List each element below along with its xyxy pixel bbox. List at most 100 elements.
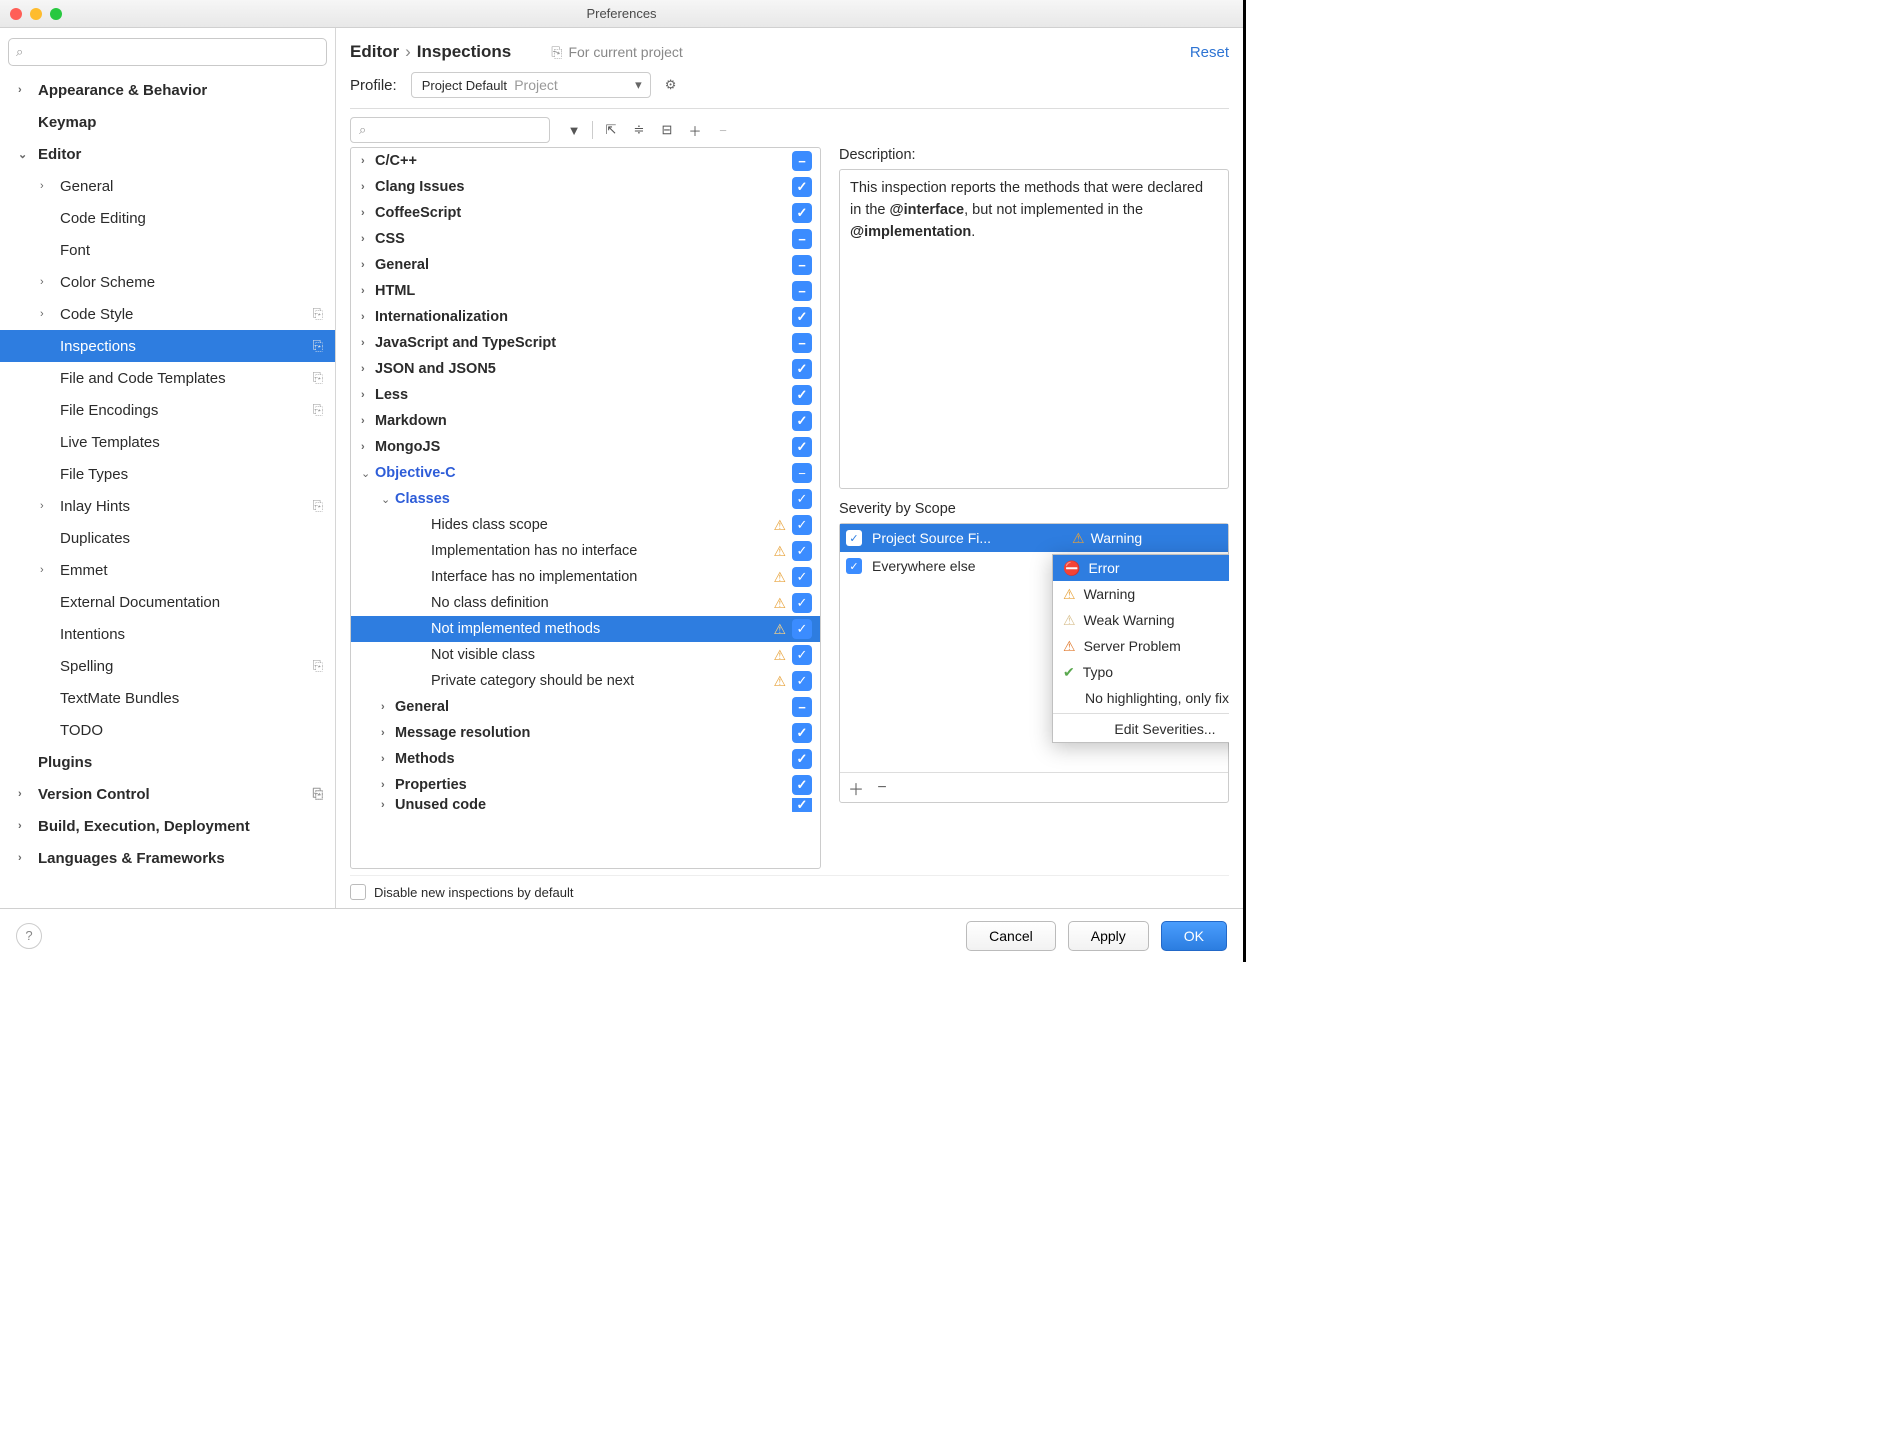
inspection-checkbox[interactable]: − (792, 281, 812, 301)
inspection-row[interactable]: ⌄Classes✓ (351, 486, 820, 512)
inspection-row[interactable]: Not implemented methods⚠✓ (351, 616, 820, 642)
inspection-checkbox[interactable]: ✓ (792, 645, 812, 665)
inspection-row[interactable]: ›Properties✓ (351, 772, 820, 798)
collapse-all-icon[interactable]: ≑ (625, 117, 653, 143)
dropdown-item[interactable]: ⚠Weak Warning (1053, 607, 1229, 633)
sidebar-item[interactable]: ›Languages & Frameworks (0, 842, 335, 874)
apply-button[interactable]: Apply (1068, 921, 1149, 951)
filter-icon[interactable]: ▼ (560, 117, 588, 143)
inspection-checkbox[interactable]: ✓ (792, 515, 812, 535)
disable-new-checkbox[interactable] (350, 884, 366, 900)
inspection-checkbox[interactable]: − (792, 229, 812, 249)
inspection-row[interactable]: ›JavaScript and TypeScript− (351, 330, 820, 356)
inspection-row[interactable]: ›Message resolution✓ (351, 720, 820, 746)
dropdown-item[interactable]: ⚠Warning (1053, 581, 1229, 607)
sidebar-item[interactable]: ›Emmet (0, 554, 335, 586)
inspection-row[interactable]: ›MongoJS✓ (351, 434, 820, 460)
sidebar-item[interactable]: External Documentation (0, 586, 335, 618)
inspection-checkbox[interactable]: − (792, 463, 812, 483)
ok-button[interactable]: OK (1161, 921, 1227, 951)
inspection-row[interactable]: ›HTML− (351, 278, 820, 304)
inspection-checkbox[interactable]: − (792, 697, 812, 717)
inspection-checkbox[interactable]: ✓ (792, 567, 812, 587)
remove-scope-button[interactable]: − (872, 779, 892, 797)
inspection-checkbox[interactable]: ✓ (792, 437, 812, 457)
dropdown-item[interactable]: ⚠Server Problem (1053, 633, 1229, 659)
inspection-checkbox[interactable]: ✓ (792, 541, 812, 561)
sidebar-item[interactable]: Spelling⎘ (0, 650, 335, 682)
inspection-row[interactable]: ›C/C++− (351, 148, 820, 174)
inspection-row[interactable]: ›Markdown✓ (351, 408, 820, 434)
inspection-checkbox[interactable]: ✓ (792, 775, 812, 795)
inspection-row[interactable]: Not visible class⚠✓ (351, 642, 820, 668)
inspection-checkbox[interactable]: ✓ (792, 411, 812, 431)
inspection-search-input[interactable]: ⌕ (350, 117, 550, 143)
inspection-checkbox[interactable]: ✓ (792, 489, 812, 509)
inspection-checkbox[interactable]: ✓ (792, 177, 812, 197)
dropdown-item[interactable]: ✔Typo (1053, 659, 1229, 685)
inspection-checkbox[interactable]: − (792, 151, 812, 171)
inspection-row[interactable]: ›Unused code✓ (351, 798, 820, 812)
inspection-checkbox[interactable]: ✓ (792, 385, 812, 405)
inspection-row[interactable]: ›CSS− (351, 226, 820, 252)
reset-button[interactable]: Reset (1190, 44, 1229, 61)
sidebar-item[interactable]: File Types (0, 458, 335, 490)
inspection-checkbox[interactable]: − (792, 255, 812, 275)
sidebar-item[interactable]: Intentions (0, 618, 335, 650)
inspection-row[interactable]: ›General− (351, 694, 820, 720)
scope-checkbox[interactable]: ✓ (846, 558, 862, 574)
inspection-row[interactable]: Interface has no implementation⚠✓ (351, 564, 820, 590)
sidebar-item[interactable]: Keymap (0, 106, 335, 138)
inspection-row[interactable]: Hides class scope⚠✓ (351, 512, 820, 538)
sidebar-item[interactable]: ›Appearance & Behavior (0, 74, 335, 106)
inspection-row[interactable]: ›JSON and JSON5✓ (351, 356, 820, 382)
sidebar-item[interactable]: TextMate Bundles (0, 682, 335, 714)
inspection-checkbox[interactable]: ✓ (792, 593, 812, 613)
scope-checkbox[interactable]: ✓ (846, 530, 862, 546)
severity-level[interactable]: ⚠ Warning (1072, 530, 1222, 547)
inspection-checkbox[interactable]: ✓ (792, 671, 812, 691)
sidebar-item[interactable]: Duplicates (0, 522, 335, 554)
inspection-row[interactable]: ›Less✓ (351, 382, 820, 408)
inspection-row[interactable]: ›General− (351, 252, 820, 278)
dropdown-item[interactable]: ⛔Error (1053, 555, 1229, 581)
inspection-checkbox[interactable]: ✓ (792, 723, 812, 743)
inspection-checkbox[interactable]: ✓ (792, 798, 812, 812)
sidebar-search-input[interactable] (8, 38, 327, 66)
inspection-checkbox[interactable]: ✓ (792, 359, 812, 379)
inspection-checkbox[interactable]: ✓ (792, 619, 812, 639)
sidebar-item[interactable]: ⌄Editor (0, 138, 335, 170)
inspection-checkbox[interactable]: ✓ (792, 749, 812, 769)
add-scope-button[interactable]: ＋ (846, 776, 866, 800)
expand-all-icon[interactable]: ⇱ (597, 117, 625, 143)
sidebar-item[interactable]: ›Inlay Hints⎘ (0, 490, 335, 522)
sidebar-item[interactable]: ›Version Control⎘ (0, 778, 335, 810)
sidebar-item[interactable]: Inspections⎘ (0, 330, 335, 362)
remove-icon[interactable]: − (709, 117, 737, 143)
inspection-row[interactable]: Implementation has no interface⚠✓ (351, 538, 820, 564)
sidebar-item[interactable]: ›Code Style⎘ (0, 298, 335, 330)
sidebar-item[interactable]: Font (0, 234, 335, 266)
sidebar-item[interactable]: File Encodings⎘ (0, 394, 335, 426)
inspection-row[interactable]: ›Internationalization✓ (351, 304, 820, 330)
inspection-checkbox[interactable]: ✓ (792, 203, 812, 223)
sidebar-item[interactable]: ›Build, Execution, Deployment (0, 810, 335, 842)
profile-select[interactable]: Project Default Project ▾ (411, 72, 651, 98)
reset-defaults-icon[interactable]: ⊟ (653, 117, 681, 143)
inspection-row[interactable]: Private category should be next⚠✓ (351, 668, 820, 694)
inspection-row[interactable]: ›CoffeeScript✓ (351, 200, 820, 226)
dropdown-item[interactable]: No highlighting, only fix (1053, 685, 1229, 711)
inspection-row[interactable]: No class definition⚠✓ (351, 590, 820, 616)
add-icon[interactable]: ＋ (681, 117, 709, 143)
severity-row[interactable]: ✓Project Source Fi...⚠ Warning (840, 524, 1228, 552)
sidebar-item[interactable]: Code Editing (0, 202, 335, 234)
sidebar-item[interactable]: ›Color Scheme (0, 266, 335, 298)
cancel-button[interactable]: Cancel (966, 921, 1056, 951)
inspection-row[interactable]: ›Methods✓ (351, 746, 820, 772)
edit-severities-item[interactable]: Edit Severities... (1053, 716, 1229, 742)
sidebar-item[interactable]: Plugins (0, 746, 335, 778)
sidebar-item[interactable]: ›General (0, 170, 335, 202)
inspection-row[interactable]: ⌄Objective-C− (351, 460, 820, 486)
inspection-tree[interactable]: ›C/C++−›Clang Issues✓›CoffeeScript✓›CSS−… (350, 147, 821, 869)
inspection-checkbox[interactable]: − (792, 333, 812, 353)
